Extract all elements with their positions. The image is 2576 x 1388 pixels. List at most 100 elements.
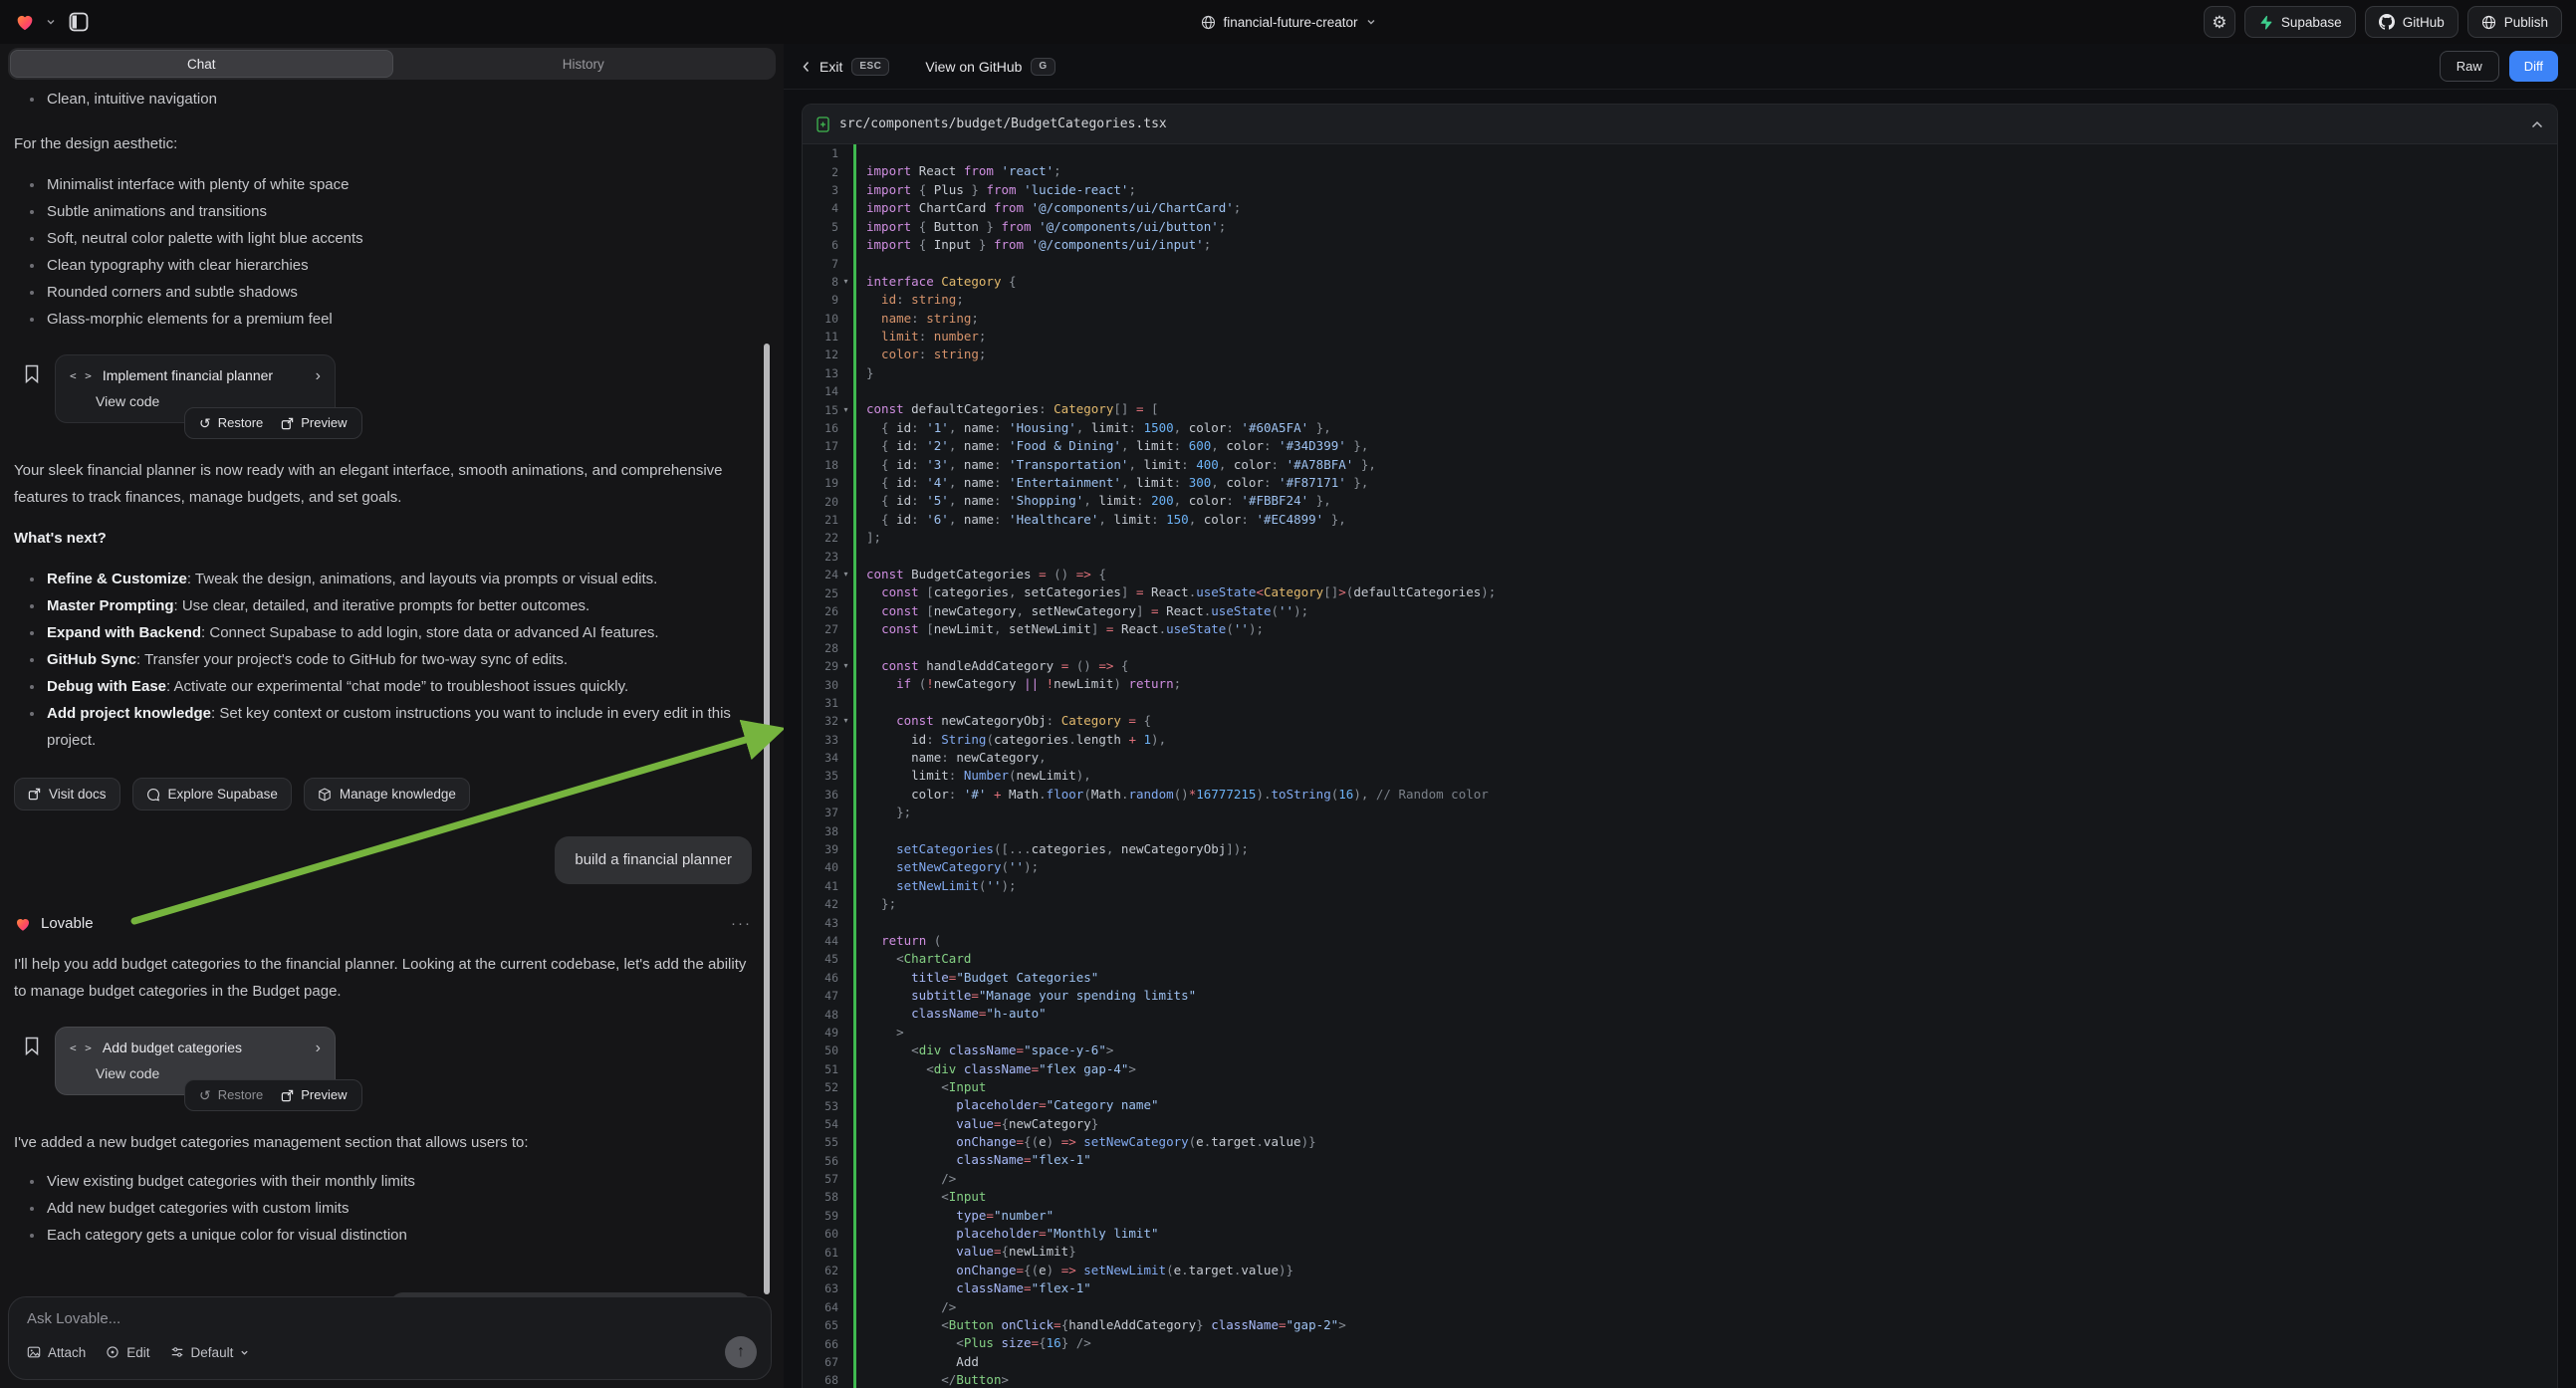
main-split: Chat History Clean, intuitive navigation… — [0, 44, 2576, 1388]
preview-button[interactable]: Preview — [281, 1087, 347, 1103]
sidebar-toggle-icon[interactable] — [66, 9, 92, 35]
preview-button[interactable]: Preview — [281, 415, 347, 431]
file-header[interactable]: src/components/budget/BudgetCategories.t… — [803, 105, 2557, 144]
bullet-item: Add project knowledge: Set key context o… — [14, 700, 752, 754]
code-line: 52 <Input — [803, 1078, 2557, 1096]
publish-button[interactable]: Publish — [2467, 6, 2562, 38]
mode-selector[interactable]: Default — [170, 1345, 250, 1360]
exit-button[interactable]: Exit ESC — [802, 58, 889, 76]
quick-actions: Visit docs Explore Supabase Manage knowl… — [14, 778, 752, 810]
code-line: 63 className="flex-1" — [803, 1279, 2557, 1297]
supabase-button[interactable]: Supabase — [2244, 6, 2356, 38]
code-line: 62 onChange={(e) => setNewLimit(e.target… — [803, 1262, 2557, 1279]
tab-history[interactable]: History — [393, 50, 775, 78]
chevron-down-icon[interactable] — [46, 17, 56, 27]
globe-icon — [1200, 15, 1215, 30]
collapse-chevron-up-icon[interactable] — [2531, 120, 2543, 128]
version-card-wrap: < > Add budget categories › View code ↺ … — [55, 1027, 336, 1095]
visit-docs-button[interactable]: Visit docs — [14, 778, 120, 810]
bookmark-icon[interactable] — [24, 1037, 40, 1055]
code-line: 26 const [newCategory, setNewCategory] =… — [803, 602, 2557, 620]
raw-toggle-button[interactable]: Raw — [2440, 51, 2499, 82]
diff-added-bar — [853, 694, 856, 712]
diff-toggle-button[interactable]: Diff — [2509, 51, 2558, 82]
code-line: 16 { id: '1', name: 'Housing', limit: 15… — [803, 419, 2557, 437]
bullet-list: Clean, intuitive navigation — [14, 86, 752, 113]
code-line: 22]; — [803, 529, 2557, 547]
chat-history-tabs: Chat History — [8, 48, 776, 80]
esc-key-badge: ESC — [851, 58, 889, 76]
settings-button[interactable]: ⚙ — [2204, 6, 2235, 38]
code-line: 12 color: string; — [803, 346, 2557, 363]
assistant-header: Lovable ··· — [14, 910, 752, 937]
bullet-item: Add new budget categories with custom li… — [14, 1195, 752, 1222]
composer-toolbar: Attach Edit Default — [27, 1336, 757, 1368]
restore-button[interactable]: ↺ Restore — [199, 1087, 263, 1103]
code-line: 58 <Input — [803, 1188, 2557, 1206]
code-line: 5import { Button } from '@/components/ui… — [803, 218, 2557, 236]
code-line: 19 { id: '4', name: 'Entertainment', lim… — [803, 474, 2557, 492]
send-button[interactable]: ↑ — [725, 1336, 757, 1368]
code-line: 33 id: String(categories.length + 1), — [803, 731, 2557, 749]
manage-knowledge-button[interactable]: Manage knowledge — [304, 778, 470, 810]
code-line: 9 id: string; — [803, 291, 2557, 309]
view-on-github-button[interactable]: View on GitHub G — [925, 58, 1054, 76]
code-line: 8▾interface Category { — [803, 273, 2557, 291]
bullet-item: Subtle animations and transitions — [14, 198, 752, 225]
more-options-icon[interactable]: ··· — [731, 910, 752, 937]
bullet-item: Clean, intuitive navigation — [14, 86, 752, 113]
version-card-title: Implement financial planner — [103, 366, 273, 385]
github-button[interactable]: GitHub — [2365, 6, 2459, 38]
bullet-item: Glass-morphic elements for a premium fee… — [14, 306, 752, 333]
chat-input[interactable] — [27, 1310, 757, 1336]
bullet-item: Rounded corners and subtle shadows — [14, 279, 752, 306]
chevron-down-icon — [1366, 17, 1376, 27]
code-line: 30 if (!newCategory || !newLimit) return… — [803, 675, 2557, 693]
restore-button[interactable]: ↺ Restore — [199, 415, 263, 431]
code-line: 42 }; — [803, 895, 2557, 913]
code-line: 37 }; — [803, 804, 2557, 821]
version-actions: ↺ Restore Preview — [184, 1079, 362, 1111]
project-switcher[interactable]: financial-future-creator — [1200, 0, 1375, 44]
version-actions: ↺ Restore Preview — [184, 407, 362, 439]
code-header: Exit ESC View on GitHub G Raw Diff — [784, 44, 2576, 90]
chat-scrollbar[interactable] — [764, 344, 770, 1294]
lovable-logo-heart-icon[interactable] — [14, 11, 36, 33]
code-icon: < > — [70, 1039, 93, 1057]
edit-button[interactable]: Edit — [106, 1345, 149, 1360]
added-file-icon — [817, 116, 829, 132]
bookmark-icon[interactable] — [24, 364, 40, 383]
code-line: 50 <div className="space-y-6"> — [803, 1041, 2557, 1059]
bullet-item: Soft, neutral color palette with light b… — [14, 225, 752, 252]
code-line: 66 <Plus size={16} /> — [803, 1334, 2557, 1352]
app-window: financial-future-creator ⚙ Supabase GitH… — [0, 0, 2576, 1388]
code-line: 21 { id: '6', name: 'Healthcare', limit:… — [803, 511, 2557, 529]
chat-message-list[interactable]: Clean, intuitive navigation For the desi… — [0, 80, 784, 1388]
tab-chat[interactable]: Chat — [10, 50, 393, 78]
bullet-item: Master Prompting: Use clear, detailed, a… — [14, 592, 752, 619]
supabase-bolt-icon — [2258, 15, 2273, 30]
diff-added-bar — [853, 913, 856, 931]
code-lines[interactable]: 12import React from 'react';3import { Pl… — [803, 144, 2557, 1388]
code-line: 17 { id: '2', name: 'Food & Dining', lim… — [803, 437, 2557, 455]
code-line: 54 value={newCategory} — [803, 1115, 2557, 1133]
code-line: 36 color: '#' + Math.floor(Math.random()… — [803, 786, 2557, 804]
code-line: 61 value={newLimit} — [803, 1243, 2557, 1261]
code-line: 4import ChartCard from '@/components/ui/… — [803, 199, 2557, 217]
lovable-heart-icon — [14, 915, 32, 933]
code-icon: < > — [70, 366, 93, 385]
code-line: 1 — [803, 144, 2557, 162]
external-link-icon — [281, 1089, 294, 1102]
supabase-label: Supabase — [2281, 15, 2342, 30]
assistant-text: I'll help you add budget categories to t… — [14, 951, 752, 1005]
attach-button[interactable]: Attach — [27, 1345, 86, 1360]
project-name: financial-future-creator — [1223, 15, 1357, 30]
code-line: 11 limit: number; — [803, 328, 2557, 346]
code-line: 32▾ const newCategoryObj: Category = { — [803, 712, 2557, 730]
code-line: 28 — [803, 639, 2557, 657]
explore-supabase-button[interactable]: Explore Supabase — [132, 778, 292, 810]
image-icon — [27, 1345, 41, 1359]
code-line: 24▾const BudgetCategories = () => { — [803, 566, 2557, 583]
code-line: 27 const [newLimit, setNewLimit] = React… — [803, 620, 2557, 638]
code-line: 47 subtitle="Manage your spending limits… — [803, 987, 2557, 1005]
